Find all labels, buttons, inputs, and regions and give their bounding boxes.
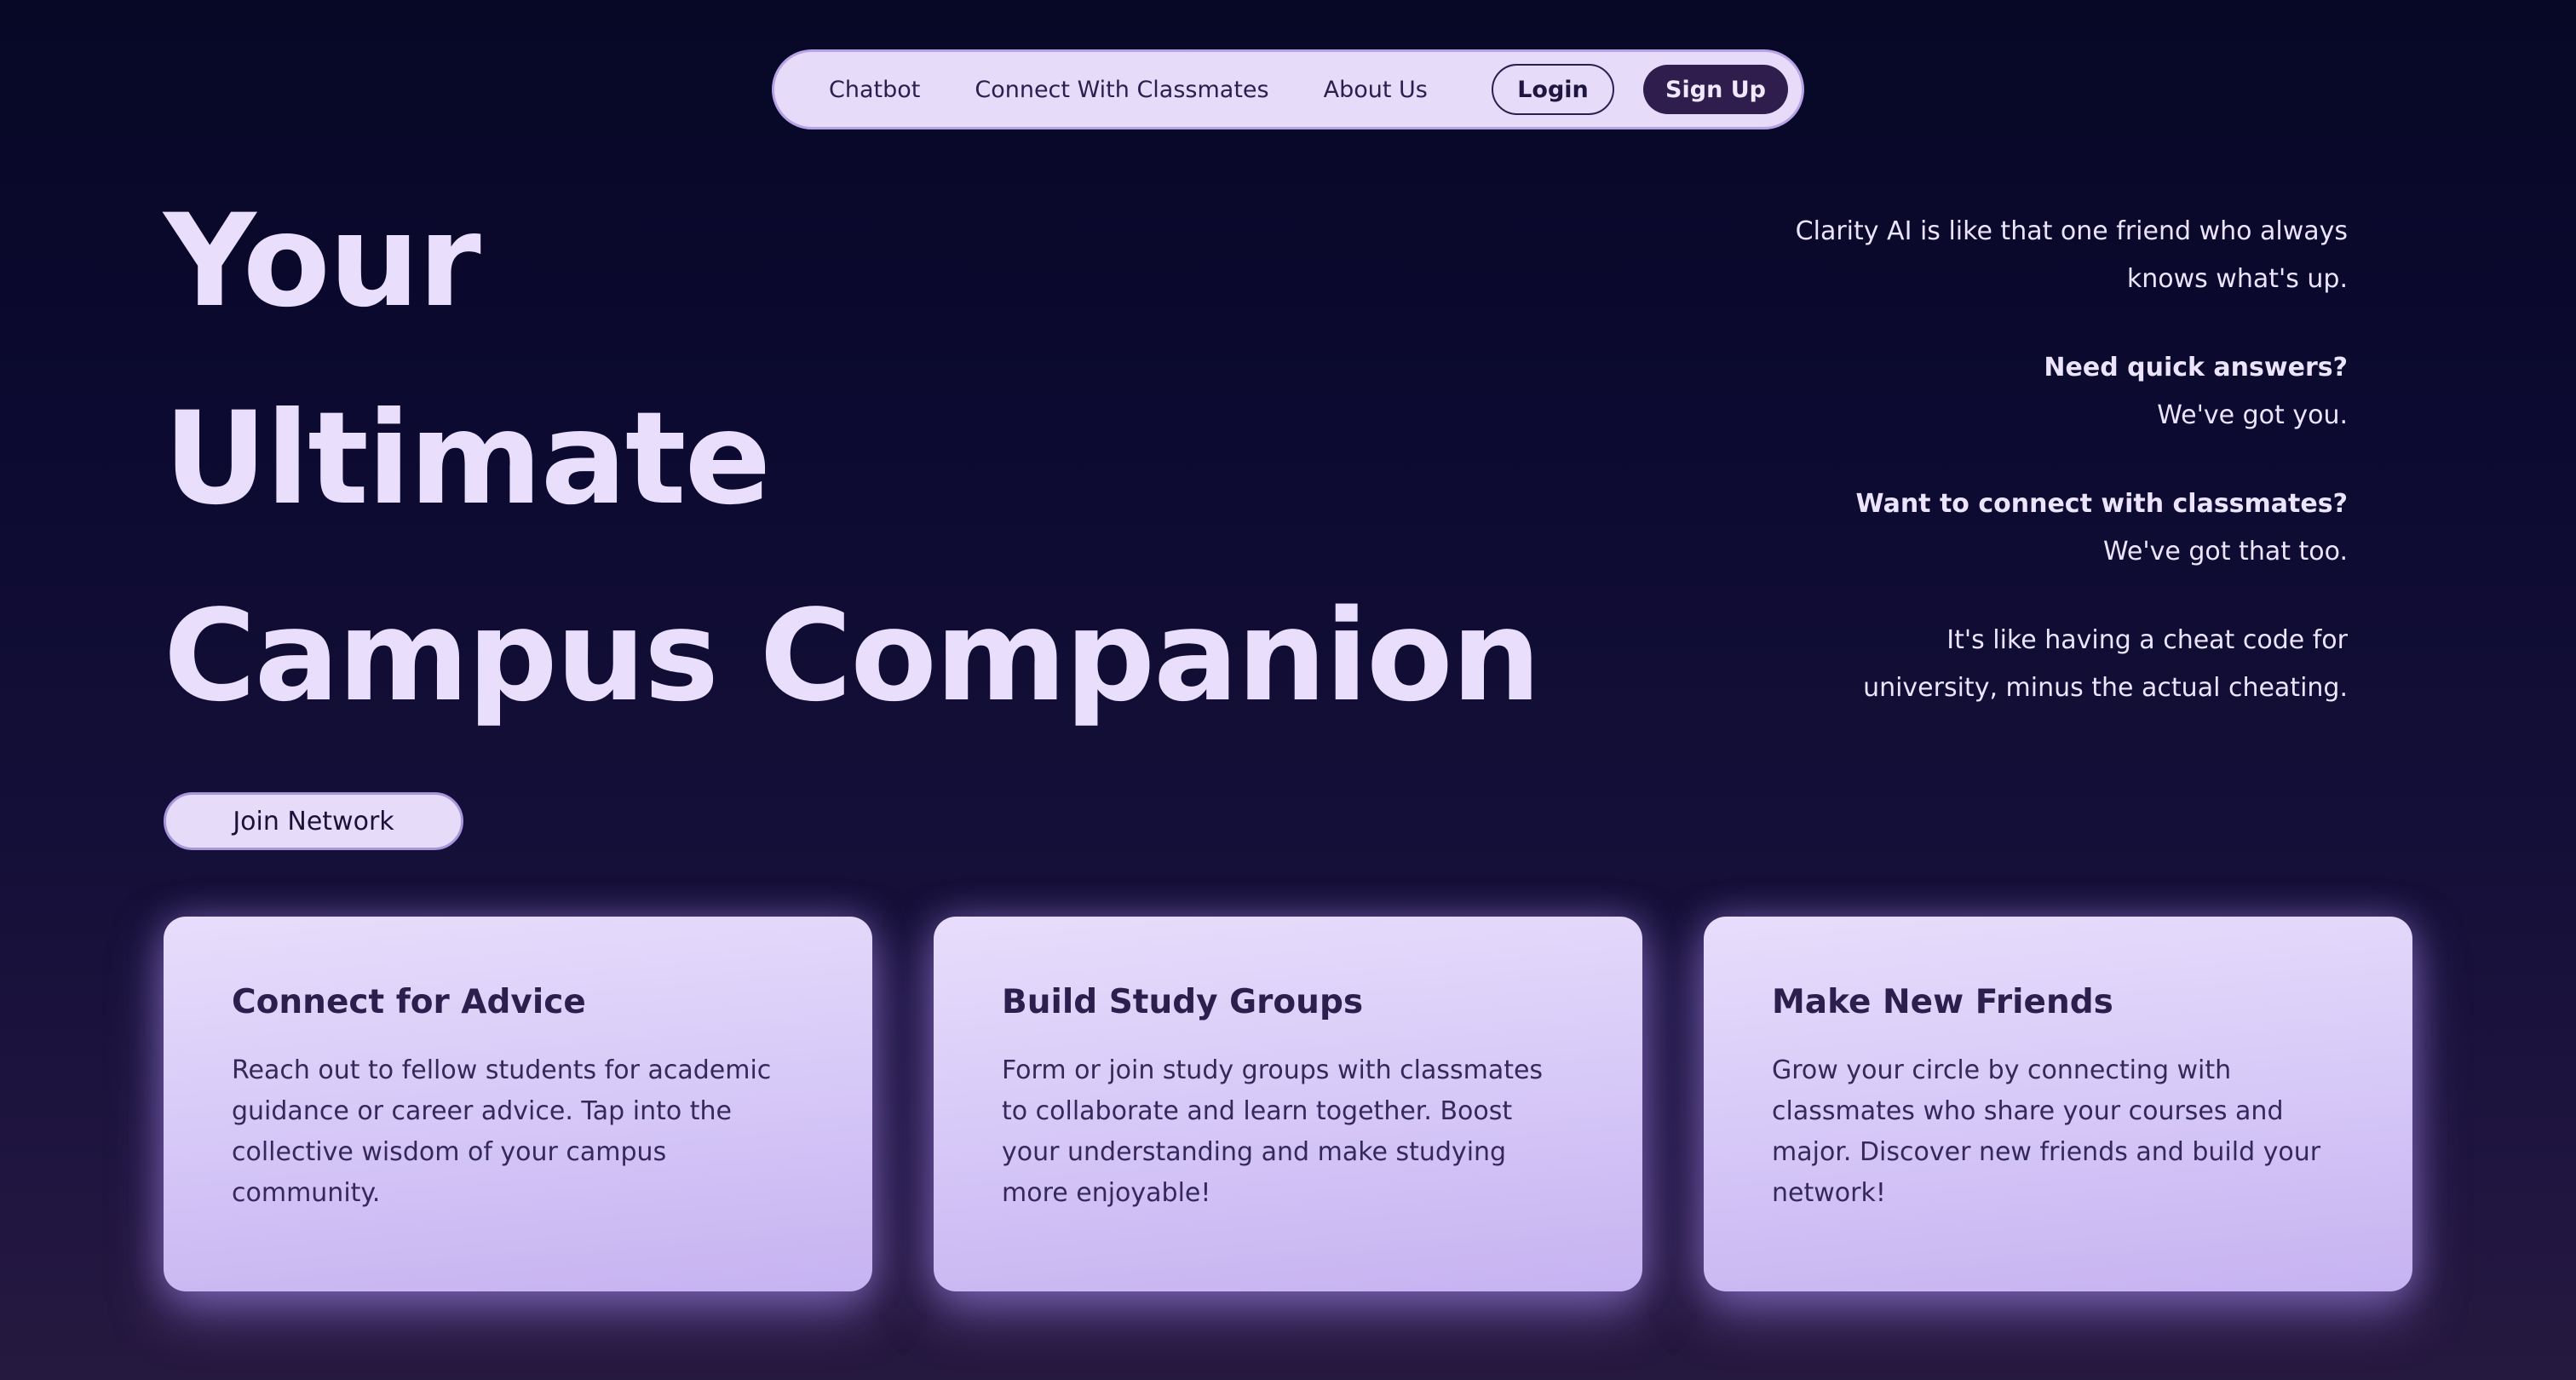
- tagline-outro-line1: It's like having a cheat code for: [1946, 625, 2348, 655]
- feature-card-advice: Connect for Advice Reach out to fellow s…: [164, 917, 872, 1291]
- tagline-question-2: Want to connect with classmates?: [1855, 489, 2348, 519]
- tagline-quick-answers: Need quick answers? We've got you.: [1683, 344, 2348, 440]
- nav-link-about-us[interactable]: About Us: [1324, 77, 1428, 103]
- hero-line-your: Your: [164, 187, 481, 336]
- feature-card-study-groups: Build Study Groups Form or join study gr…: [934, 917, 1642, 1291]
- feature-card-friends: Make New Friends Grow your circle by con…: [1704, 917, 2412, 1291]
- tagline-question-1: Need quick answers?: [2044, 353, 2348, 382]
- card-title: Connect for Advice: [232, 983, 586, 1021]
- tagline-outro: It's like having a cheat code for univer…: [1683, 617, 2348, 712]
- top-nav: Chatbot Connect With Classmates About Us…: [772, 49, 1804, 129]
- card-title: Build Study Groups: [1002, 983, 1364, 1021]
- tagline-intro-line1: Clarity AI is like that one friend who a…: [1795, 216, 2348, 246]
- card-description: Reach out to fellow students for academi…: [232, 1055, 772, 1208]
- tagline-block: Clarity AI is like that one friend who a…: [1683, 208, 2348, 753]
- card-description: Form or join study groups with classmate…: [1002, 1055, 1544, 1208]
- tagline-outro-line2: university, minus the actual cheating.: [1863, 673, 2348, 703]
- hero-line-campus-companion: Campus Companion: [164, 583, 1541, 729]
- login-button[interactable]: Login: [1492, 64, 1614, 115]
- card-title: Make New Friends: [1772, 983, 2113, 1021]
- tagline-answer-2: We've got that too.: [2103, 537, 2348, 566]
- tagline-answer-1: We've got you.: [2157, 400, 2348, 430]
- card-description: Grow your circle by connecting with clas…: [1772, 1055, 2321, 1208]
- tagline-connect: Want to connect with classmates? We've g…: [1683, 480, 2348, 576]
- nav-link-chatbot[interactable]: Chatbot: [829, 77, 920, 103]
- tagline-intro-line2: knows what's up.: [2126, 264, 2348, 294]
- signup-button[interactable]: Sign Up: [1643, 65, 1788, 114]
- join-network-button[interactable]: Join Network: [164, 792, 463, 850]
- hero-line-ultimate: Ultimate: [164, 385, 771, 533]
- nav-link-connect-with-classmates[interactable]: Connect With Classmates: [975, 77, 1268, 103]
- tagline-intro: Clarity AI is like that one friend who a…: [1683, 208, 2348, 303]
